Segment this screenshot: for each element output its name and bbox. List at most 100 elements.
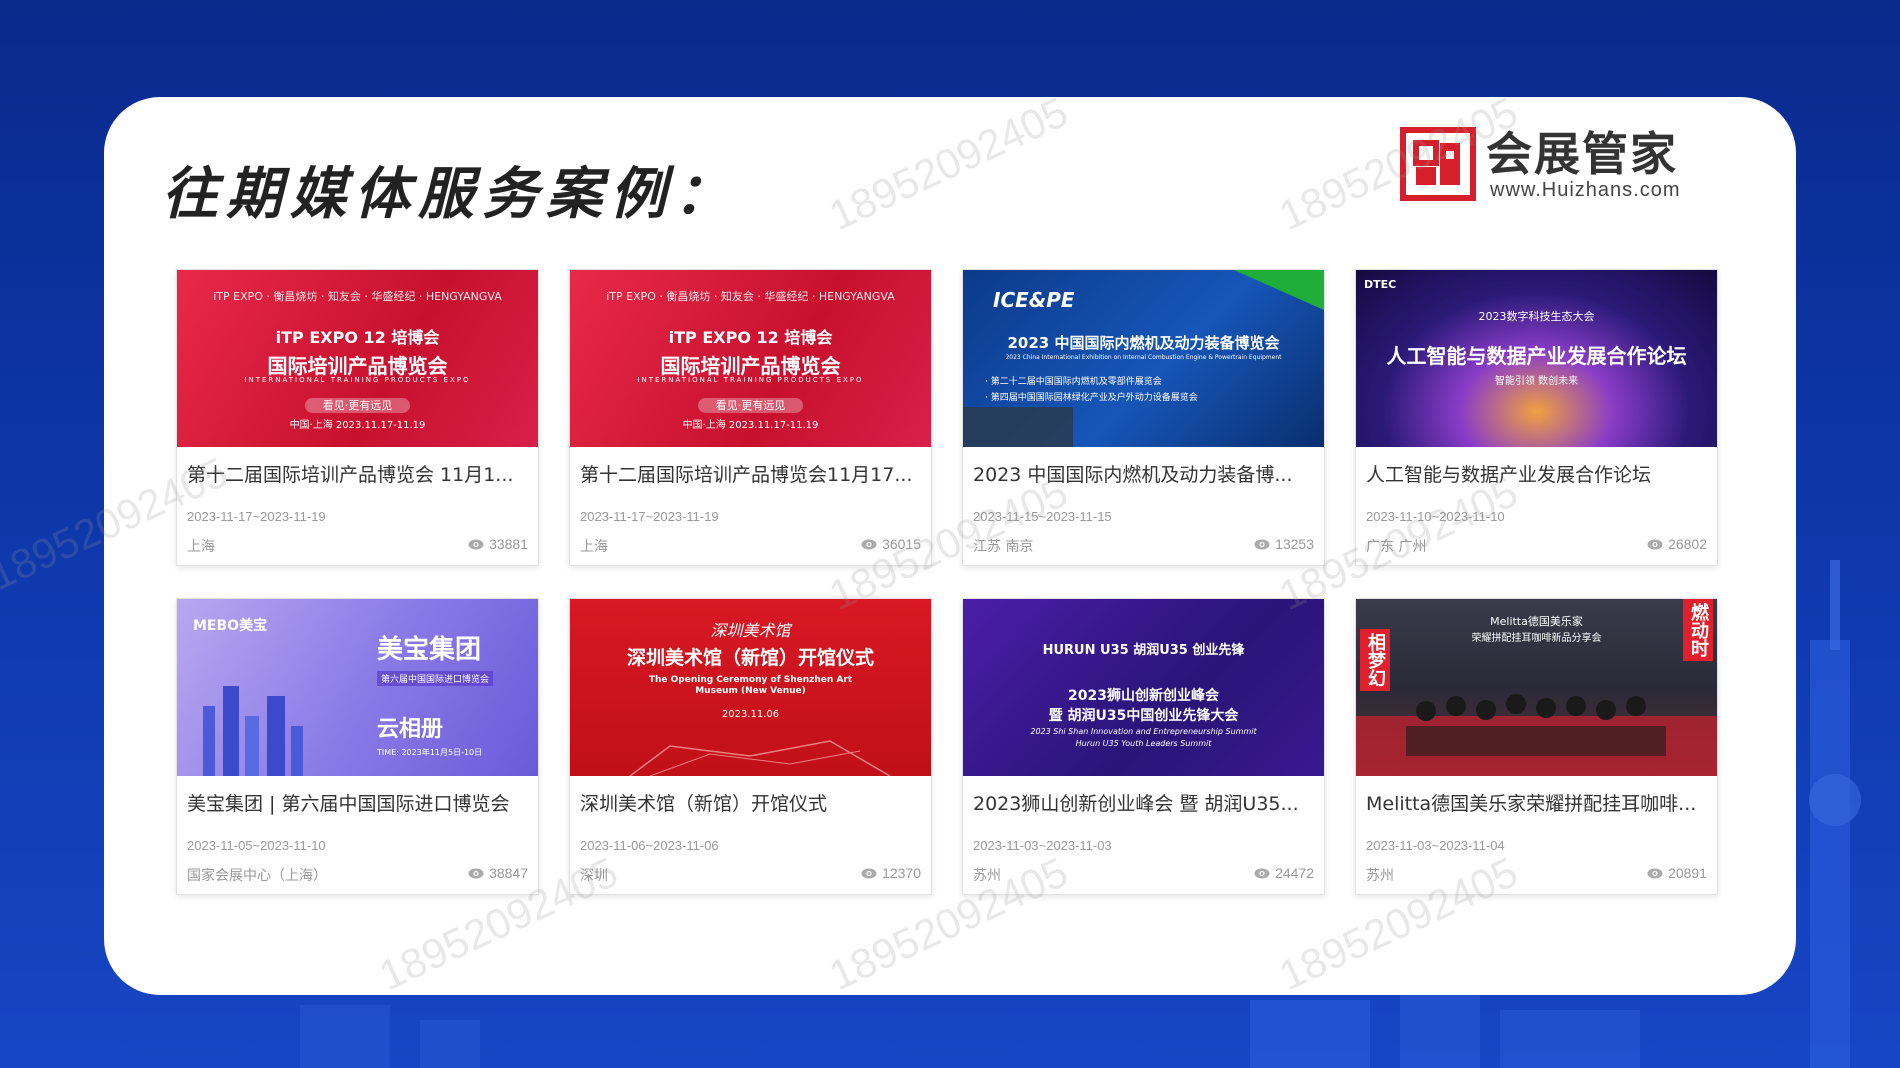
thumb-line2: 国际培训产品博览会	[267, 354, 448, 378]
view-count: 12370	[861, 865, 921, 881]
eye-icon	[468, 539, 484, 549]
thumb-line4: 2023.11.06	[721, 709, 780, 720]
thumb-line1: HURUN U35 胡润U35 创业先锋	[1042, 643, 1245, 658]
case-thumbnail[interactable]: Melitta德国美乐家 荣耀拼配挂耳咖啡新品分享会 相梦幻 燃动时	[1356, 599, 1717, 776]
case-title[interactable]: 第十二届国际培训产品博览会11月17...	[580, 460, 920, 487]
case-card[interactable]: Melitta德国美乐家 荣耀拼配挂耳咖啡新品分享会 相梦幻 燃动时 Melit…	[1355, 598, 1718, 895]
case-thumbnail[interactable]: HURUN U35 胡润U35 创业先锋 2023狮山创新创业峰会 暨 胡润U3…	[963, 599, 1324, 776]
case-thumbnail[interactable]: iTP EXPO · 衡昌烧坊 · 知友会 · 华盛经纪 · HENGYANGV…	[570, 270, 931, 447]
view-count-value: 36015	[882, 536, 921, 552]
case-card[interactable]: iTP EXPO · 衡昌烧坊 · 知友会 · 华盛经纪 · HENGYANGV…	[569, 269, 932, 566]
thumb-machine-graphic	[963, 407, 1073, 447]
case-thumbnail[interactable]: iTP EXPO · 衡昌烧坊 · 知友会 · 华盛经纪 · HENGYANGV…	[177, 270, 538, 447]
view-count-value: 13253	[1275, 536, 1314, 552]
thumb-line3: INTERNATIONAL TRAINING PRODUCTS EXPO	[244, 376, 471, 384]
case-title[interactable]: 人工智能与数据产业发展合作论坛	[1366, 460, 1706, 487]
case-title[interactable]: 第十二届国际培训产品博览会 11月1...	[187, 460, 527, 487]
view-count: 20891	[1647, 865, 1707, 881]
case-title[interactable]: Melitta德国美乐家荣耀拼配挂耳咖啡...	[1366, 789, 1706, 816]
eye-icon	[1254, 539, 1270, 549]
thumb-line1: Melitta德国美乐家	[1490, 615, 1583, 628]
view-count: 26802	[1647, 536, 1707, 552]
thumb-line5: 中国·上海 2023.11.17-11.19	[289, 420, 426, 431]
case-title[interactable]: 2023狮山创新创业峰会 暨 胡润U35...	[973, 789, 1313, 816]
huizhan-logo-icon	[1400, 127, 1476, 201]
case-location: 江苏 南京	[973, 539, 1034, 555]
case-thumbnail[interactable]: MEBO美宝 美宝集团 第六届中国国际进口博览会 云相册 TIME: 2023年…	[177, 599, 538, 776]
thumb-line2: 2023狮山创新创业峰会	[1068, 688, 1219, 704]
thumb-line2: 国际培训产品博览会	[660, 354, 841, 378]
case-title[interactable]: 美宝集团 | 第六届中国国际进口博览会	[187, 789, 527, 816]
eye-icon	[861, 868, 877, 878]
eye-icon	[1254, 868, 1270, 878]
case-location: 上海	[187, 539, 215, 555]
thumb-logo-text: ICE&PE	[993, 288, 1075, 312]
thumb-line5: Hurun U35 Youth Leaders Summit	[1075, 739, 1212, 748]
view-count-value: 20891	[1668, 865, 1707, 881]
thumb-logo-text: MEBO美宝	[193, 618, 268, 634]
case-grid: iTP EXPO · 衡昌烧坊 · 知友会 · 华盛经纪 · HENGYANGV…	[176, 269, 1718, 895]
thumb-line3: The Opening Ceremony of Shenzhen Art Mus…	[648, 675, 853, 696]
thumb-line4: 智能引领 数创未来	[1494, 376, 1579, 387]
thumb-line1: iTP EXPO 12 培博会	[668, 328, 833, 347]
logo-name: 会展管家	[1486, 127, 1678, 181]
case-date: 2023-11-10~2023-11-10	[1366, 509, 1505, 524]
case-location: 苏州	[973, 868, 1001, 884]
thumb-slogan: 看见·更有远见	[304, 398, 411, 413]
view-count: 33881	[468, 536, 528, 552]
case-card[interactable]: ICE&PE 2023 中国国际内燃机及动力装备博览会 2023 China I…	[962, 269, 1325, 566]
thumb-line4: 看见·更有远见	[177, 394, 538, 413]
thumb-corner	[1234, 270, 1324, 310]
case-thumbnail[interactable]: DTEC 2023数字科技生态大会 人工智能与数据产业发展合作论坛 智能引领 数…	[1356, 270, 1717, 447]
case-card[interactable]: 深圳美术馆 深圳美术馆（新馆）开馆仪式 The Opening Ceremony…	[569, 598, 932, 895]
view-count-value: 24472	[1275, 865, 1314, 881]
eye-icon	[861, 539, 877, 549]
view-count: 13253	[1254, 536, 1314, 552]
thumb-line3: 暨 胡润U35中国创业先锋大会	[1048, 708, 1239, 724]
thumb-slogan: 看见·更有远见	[697, 398, 804, 413]
view-count-value: 33881	[489, 536, 528, 552]
case-location: 深圳	[580, 868, 608, 884]
thumb-brands: iTP EXPO · 衡昌烧坊 · 知友会 · 华盛经纪 · HENGYANGV…	[606, 290, 895, 303]
museum-outline-graphic	[629, 740, 891, 776]
thumb-line3: INTERNATIONAL TRAINING PRODUCTS EXPO	[637, 376, 864, 384]
case-thumbnail[interactable]: ICE&PE 2023 中国国际内燃机及动力装备博览会 2023 China I…	[963, 270, 1324, 447]
thumb-line4: · 第二十二届中国国际内燃机及零部件展览会	[985, 377, 1162, 387]
thumb-line4: 2023 Shi Shan Innovation and Entrepreneu…	[1030, 727, 1257, 736]
group-photo-graphic	[1356, 694, 1717, 776]
case-date: 2023-11-03~2023-11-04	[1366, 838, 1505, 853]
content-panel: 往期媒体服务案例： 会展管家 www.Huizhans.com iTP EXPO…	[104, 97, 1796, 995]
case-date: 2023-11-05~2023-11-10	[187, 838, 326, 853]
case-title[interactable]: 深圳美术馆（新馆）开馆仪式	[580, 789, 920, 816]
city-skyline-graphic	[203, 686, 303, 776]
view-count-value: 12370	[882, 865, 921, 881]
thumb-line5: 中国·上海 2023.11.17-11.19	[682, 420, 819, 431]
case-card[interactable]: DTEC 2023数字科技生态大会 人工智能与数据产业发展合作论坛 智能引领 数…	[1355, 269, 1718, 566]
eye-icon	[1647, 868, 1663, 878]
case-location: 国家会展中心（上海）	[187, 868, 327, 884]
thumb-brands: iTP EXPO · 衡昌烧坊 · 知友会 · 华盛经纪 · HENGYANGV…	[213, 290, 502, 303]
thumb-line4: 云相册	[377, 717, 444, 742]
eye-icon	[468, 868, 484, 878]
view-count-value: 26802	[1668, 536, 1707, 552]
view-count: 36015	[861, 536, 921, 552]
brand-logo[interactable]: 会展管家 www.Huizhans.com	[1400, 127, 1700, 207]
case-date: 2023-11-06~2023-11-06	[580, 838, 719, 853]
view-count-value: 38847	[489, 865, 528, 881]
thumb-line3: 第六届中国国际进口博览会	[377, 671, 494, 686]
case-card[interactable]: iTP EXPO · 衡昌烧坊 · 知友会 · 华盛经纪 · HENGYANGV…	[176, 269, 539, 566]
logo-url: www.Huizhans.com	[1490, 179, 1681, 201]
case-card[interactable]: HURUN U35 胡润U35 创业先锋 2023狮山创新创业峰会 暨 胡润U3…	[962, 598, 1325, 895]
thumb-line2: 荣耀拼配挂耳咖啡新品分享会	[1471, 633, 1602, 644]
thumb-line1: iTP EXPO 12 培博会	[275, 328, 440, 347]
case-date: 2023-11-17~2023-11-19	[187, 509, 326, 524]
page-title: 往期媒体服务案例：	[162, 162, 738, 227]
thumb-logo-text: DTEC	[1364, 278, 1397, 291]
case-thumbnail[interactable]: 深圳美术馆 深圳美术馆（新馆）开馆仪式 The Opening Ceremony…	[570, 599, 931, 776]
case-card[interactable]: MEBO美宝 美宝集团 第六届中国国际进口博览会 云相册 TIME: 2023年…	[176, 598, 539, 895]
case-title[interactable]: 2023 中国国际内燃机及动力装备博...	[973, 460, 1313, 487]
thumb-line2: 美宝集团	[377, 635, 482, 665]
case-location: 上海	[580, 539, 608, 555]
case-location: 苏州	[1366, 868, 1394, 884]
thumb-line2: 2023 中国国际内燃机及动力装备博览会	[1007, 334, 1280, 352]
